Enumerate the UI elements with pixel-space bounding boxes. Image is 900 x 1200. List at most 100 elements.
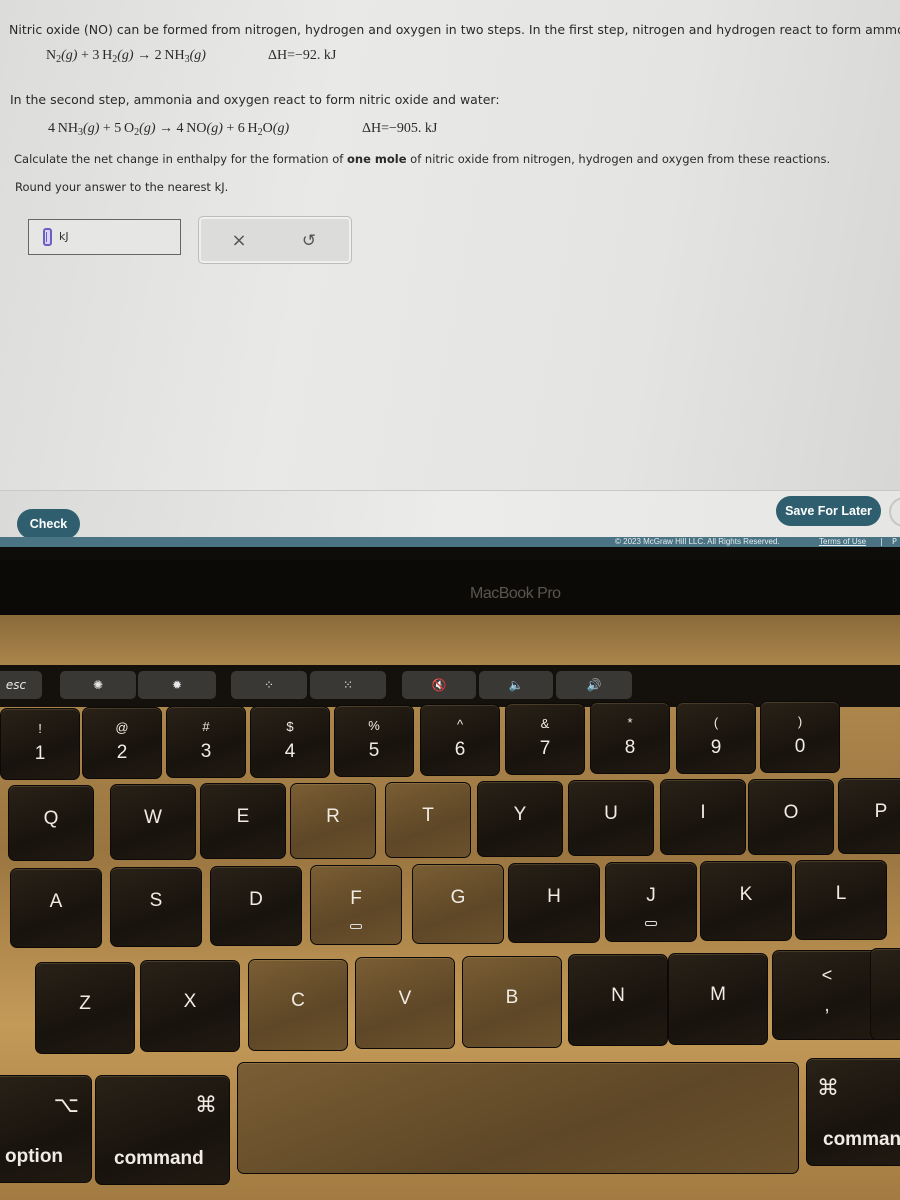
key-x[interactable]: X [140,960,240,1052]
key-4[interactable]: $4 [250,706,330,778]
command-label: command [114,1148,204,1169]
key-f[interactable]: F [310,865,402,945]
option-label: option [5,1146,64,1167]
reaction-1: N2(g) + 3 H2(g) → 2 NH3(g) [46,48,206,65]
key-letter: W [144,807,162,828]
key-7[interactable]: & 7 [505,703,585,775]
key-t[interactable]: T [385,782,471,858]
save-for-later-button[interactable]: Save For Later [776,496,881,526]
key-b[interactable]: B [462,956,562,1048]
key-digit: 2 [116,742,128,763]
key-8[interactable]: * 8 [590,702,670,774]
key-e[interactable]: E [200,783,286,859]
key-h[interactable]: H [508,863,600,943]
key-shift-symbol: ) [797,714,803,729]
kbd-backlight-up-icon[interactable]: ⁙ [310,671,386,699]
text-cursor-icon [43,228,52,246]
key-digit: 1 [34,743,46,764]
key-letter: E [236,806,250,827]
key-s[interactable]: S [110,867,202,947]
home-key-nub [350,924,362,929]
key-z[interactable]: Z [35,962,135,1054]
kbd-backlight-down-icon[interactable]: ⁘ [231,671,307,699]
command-key-right[interactable]: ⌘ comman [806,1058,900,1166]
undo-icon: ↺ [301,231,317,251]
key-shift-symbol: & [540,716,550,731]
key-2[interactable]: @2 [82,707,162,779]
footer-separator: | [880,537,883,546]
key-period-partial[interactable] [870,948,900,1040]
key-digit: 4 [284,741,296,762]
bottom-bar: Check Save For Later [0,490,900,542]
key-a[interactable]: A [10,868,102,948]
key-letter: R [326,806,340,827]
brightness-down-icon[interactable]: ✺ [60,671,136,699]
key-i[interactable]: I [660,779,746,855]
key-k[interactable]: K [700,861,792,941]
reaction-2: 4 NH3(g) + 5 O2(g) → 4 NO(g) + 6 H2O(g) [48,121,290,138]
key-letter: Q [43,808,59,829]
key-6[interactable]: ^ 6 [420,704,500,776]
key-u[interactable]: U [568,780,654,856]
key-letter: P [874,801,888,822]
second-step-text: In the second step, ammonia and oxygen r… [10,92,500,107]
key-g[interactable]: G [412,864,504,944]
key-c[interactable]: C [248,959,348,1051]
key-letter: C [291,990,305,1011]
esc-key[interactable]: esc [0,671,42,699]
answer-input[interactable]: kJ [28,219,181,255]
key-w[interactable]: W [110,784,196,860]
key-3[interactable]: #3 [166,706,246,778]
key-letter: I [700,802,706,823]
mute-icon[interactable]: 🔇 [402,671,476,699]
command-key-left[interactable]: ⌘ command [95,1075,230,1185]
device-label: MacBook Pro [470,585,561,602]
key-shift-symbol: ^ [456,717,464,732]
key-o[interactable]: O [748,779,834,855]
reaction-1-enthalpy: ΔH=−92. kJ [268,48,337,63]
space-bar[interactable] [237,1062,799,1174]
key-letter: L [835,883,847,904]
option-key[interactable]: ⌥ option [0,1075,92,1183]
key-l[interactable]: L [795,860,887,940]
key-comma[interactable]: <, [772,950,882,1040]
next-button-partial[interactable] [889,497,900,527]
key-letter: M [710,984,726,1005]
brightness-up-icon[interactable]: ✹ [138,671,216,699]
browser-screen: Nitric oxide (NO) can be formed from nit… [0,0,900,560]
key-j[interactable]: J [605,862,697,942]
key-letter: J [646,885,656,906]
key-0[interactable]: ) 0 [760,701,840,773]
key-letter: Y [513,804,527,825]
volume-down-icon[interactable]: 🔈 [479,671,553,699]
key-shift-symbol: % [368,718,380,733]
key-v[interactable]: V [355,957,455,1049]
key-q[interactable]: Q [8,785,94,861]
key-1[interactable]: ! 1 [0,708,80,780]
key-letter: G [450,887,466,908]
key-letter: A [49,891,63,912]
clear-button[interactable]: × [227,229,251,253]
volume-up-icon[interactable]: 🔊 [556,671,632,699]
key-9[interactable]: (9 [676,702,756,774]
key-letter: Z [79,993,91,1014]
terms-of-use-link[interactable]: Terms of Use [819,537,866,546]
undo-button[interactable]: ↺ [297,229,321,253]
key-d[interactable]: D [210,866,302,946]
command-label: comman [823,1129,900,1150]
key-letter: F [350,888,362,909]
check-button[interactable]: Check [17,509,80,539]
key-letter: K [739,884,753,905]
privacy-link-partial[interactable]: P [892,537,897,546]
key-shift-symbol: # [202,719,210,734]
key-letter: H [547,886,561,907]
key-5[interactable]: % 5 [334,705,414,777]
action-panel: × ↺ [198,216,352,264]
key-y[interactable]: Y [477,781,563,857]
key-n[interactable]: N [568,954,668,1046]
key-m[interactable]: M [668,953,768,1045]
key-r[interactable]: R [290,783,376,859]
key-p[interactable]: P [838,778,900,854]
laptop-bezel [0,560,900,620]
key-letter: X [183,991,197,1012]
